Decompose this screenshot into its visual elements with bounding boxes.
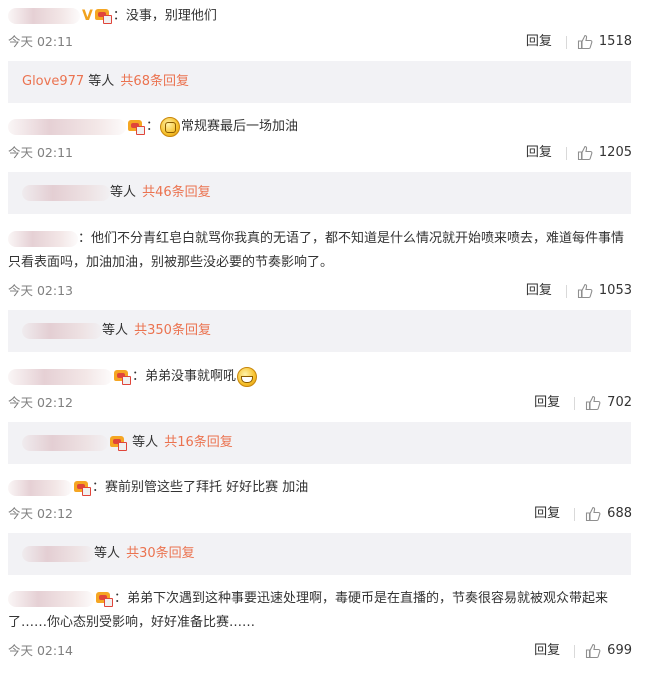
verified-v-icon: V bbox=[82, 8, 93, 24]
comment-body: ：他们不分青红皂白就骂你我真的无语了，都不知道是什么情况就开始喷来喷去，难道每件… bbox=[8, 227, 632, 275]
reply-others: 等人 bbox=[84, 74, 119, 89]
thumbs-up-icon bbox=[586, 643, 601, 659]
reply-others: 等人 bbox=[128, 435, 163, 450]
reply-button[interactable]: 回复 bbox=[526, 143, 552, 163]
comment-actions: 回复 688 bbox=[534, 504, 632, 524]
comment-time: 今天 02:12 bbox=[8, 395, 73, 410]
comment-body: V ：没事，别理他们 bbox=[8, 4, 217, 29]
comment-body: ：弟弟没事就啊吼 bbox=[8, 365, 258, 389]
reply-button[interactable]: 回复 bbox=[526, 32, 552, 52]
comment-time: 今天 02:11 bbox=[8, 145, 73, 160]
like-button[interactable]: 1205 bbox=[577, 143, 632, 163]
blurred-username[interactable] bbox=[8, 118, 126, 135]
like-count: 688 bbox=[607, 506, 632, 521]
blurred-username[interactable] bbox=[8, 8, 80, 24]
comment-actions: 回复 1205 bbox=[526, 143, 632, 163]
like-button[interactable]: 688 bbox=[585, 504, 632, 524]
vip-crown-icon bbox=[95, 591, 113, 607]
reply-button[interactable]: 回复 bbox=[534, 393, 560, 413]
thumbs-up-icon bbox=[586, 506, 601, 522]
blurred-reply-user[interactable] bbox=[22, 184, 110, 201]
comment-actions: 回复 1518 bbox=[526, 32, 632, 52]
comment-time: 今天 02:12 bbox=[8, 506, 73, 521]
blurred-username[interactable] bbox=[8, 479, 72, 496]
reply-button[interactable]: 回复 bbox=[534, 641, 560, 661]
like-button[interactable]: 1518 bbox=[577, 32, 632, 52]
blurred-username[interactable] bbox=[8, 590, 94, 607]
divider bbox=[565, 284, 567, 298]
reply-summary[interactable]: 等人 共16条回复 bbox=[8, 422, 631, 464]
blurred-reply-user[interactable] bbox=[22, 545, 94, 562]
reply-others: 等人 bbox=[102, 323, 133, 338]
comment-time: 今天 02:11 bbox=[8, 34, 73, 49]
blurred-reply-user[interactable] bbox=[22, 434, 108, 451]
comment-body: ：弟弟下次遇到这种事要迅速处理啊，毒硬币是在直播的，节奏很容易就被观众带起来了…… bbox=[8, 587, 632, 635]
reply-total-link[interactable]: 共68条回复 bbox=[120, 74, 189, 89]
reply-user-link[interactable]: Glove977 bbox=[22, 74, 84, 89]
grin-emoji-icon bbox=[237, 366, 258, 387]
vip-crown-icon bbox=[73, 480, 91, 496]
like-button[interactable]: 1053 bbox=[577, 281, 632, 301]
like-button[interactable]: 702 bbox=[585, 393, 632, 413]
comment-text: ：弟弟没事就啊吼 bbox=[132, 369, 237, 384]
divider bbox=[574, 396, 576, 410]
comment-body: ：赛前别管这些了拜托 好好比赛 加油 bbox=[8, 476, 308, 500]
comment-text: ：没事，别理他们 bbox=[112, 8, 217, 24]
like-count: 1053 bbox=[598, 283, 632, 298]
thumbs-up-icon bbox=[577, 145, 593, 161]
like-count: 1518 bbox=[598, 34, 632, 49]
reply-button[interactable]: 回复 bbox=[534, 504, 560, 524]
thumbs-up-icon bbox=[586, 395, 601, 411]
like-count: 702 bbox=[607, 395, 632, 410]
reply-total-link[interactable]: 共350条回复 bbox=[134, 323, 211, 338]
blurred-username[interactable] bbox=[8, 368, 112, 385]
vip-crown-icon bbox=[127, 119, 145, 135]
reply-button[interactable]: 回复 bbox=[526, 281, 552, 301]
comment-text: ：常规赛最后一场加油 bbox=[168, 119, 299, 134]
like-count: 699 bbox=[607, 643, 632, 658]
vip-crown-icon bbox=[94, 8, 112, 24]
divider bbox=[565, 146, 567, 160]
comment-actions: 回复 702 bbox=[534, 393, 632, 413]
thumbs-up-icon bbox=[577, 34, 593, 50]
divider bbox=[574, 507, 576, 521]
comment-body: ： ：常规赛最后一场加油 bbox=[8, 115, 298, 139]
comment-text: ：他们不分青红皂白就骂你我真的无语了，都不知道是什么情况就开始喷来喷去，难道每件… bbox=[8, 231, 625, 270]
comment-text: ：赛前别管这些了拜托 好好比赛 加油 bbox=[92, 480, 309, 495]
comment-time: 今天 02:13 bbox=[8, 283, 73, 298]
reply-summary[interactable]: 等人 共30条回复 bbox=[8, 533, 631, 575]
vip-crown-icon bbox=[113, 369, 131, 385]
comment-actions: 回复 699 bbox=[534, 641, 632, 661]
reply-total-link[interactable]: 共46条回复 bbox=[142, 185, 211, 200]
thumbs-up-icon bbox=[577, 283, 593, 299]
like-button[interactable]: 699 bbox=[585, 641, 632, 661]
comment-time: 今天 02:14 bbox=[8, 643, 73, 658]
reply-summary[interactable]: 等人 共350条回复 bbox=[8, 310, 631, 352]
reply-others: 等人 bbox=[110, 185, 141, 200]
divider bbox=[574, 644, 576, 658]
reply-summary[interactable]: Glove977 等人 共68条回复 bbox=[8, 61, 631, 103]
comment-actions: 回复 1053 bbox=[526, 281, 632, 301]
blurred-username[interactable] bbox=[8, 230, 78, 247]
vip-crown-icon bbox=[109, 435, 127, 451]
like-count: 1205 bbox=[598, 145, 632, 160]
divider bbox=[565, 35, 567, 49]
fist-emoji-icon bbox=[160, 116, 181, 137]
reply-others: 等人 bbox=[94, 546, 125, 561]
reply-total-link[interactable]: 共30条回复 bbox=[126, 546, 195, 561]
reply-total-link[interactable]: 共16条回复 bbox=[164, 435, 233, 450]
blurred-reply-user[interactable] bbox=[22, 322, 102, 339]
comment-text-prefix: ： bbox=[146, 119, 160, 134]
reply-summary[interactable]: 等人 共46条回复 bbox=[8, 172, 631, 214]
